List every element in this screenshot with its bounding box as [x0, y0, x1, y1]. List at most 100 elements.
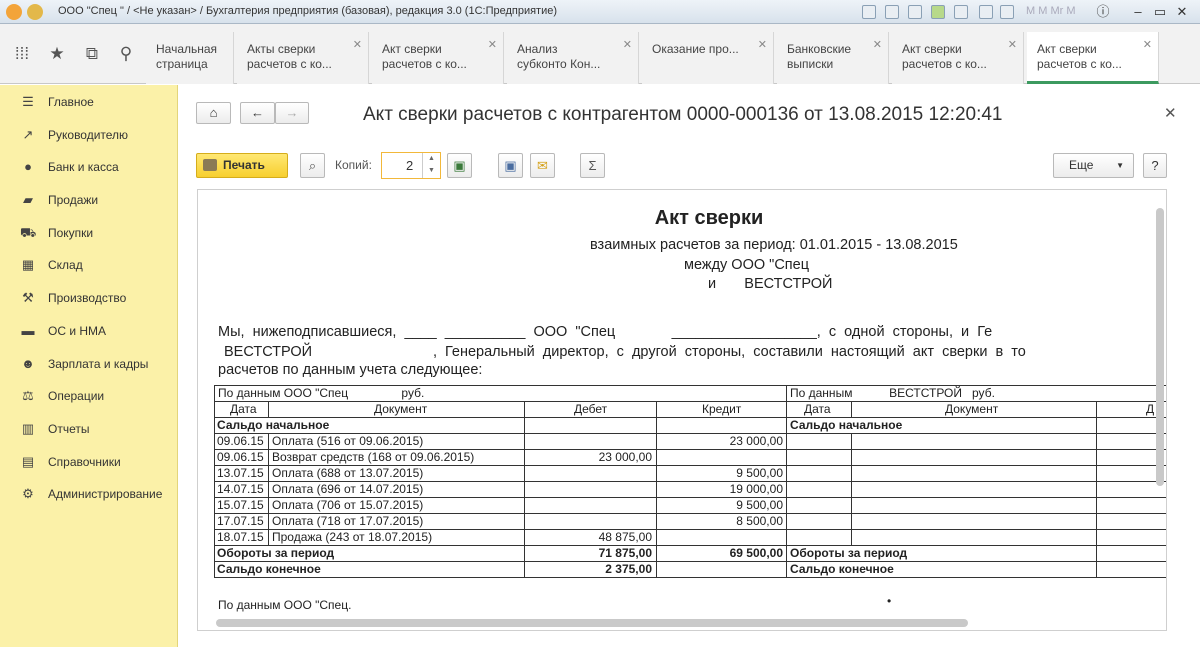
turnover-label-right: Обороты за период [790, 546, 908, 560]
opening-balance-label: Сальдо начальное [217, 418, 330, 432]
sidebar-item-manager[interactable]: ↗ Руководителю [0, 119, 177, 152]
close-tab-icon[interactable]: ✕ [623, 38, 632, 53]
sidebar-item-operations[interactable]: ⚖ Операции [0, 380, 177, 413]
sidebar: ☰ Главное ↗ Руководителю ● Банк и касса ▰ Пр… [0, 85, 178, 647]
report-parties: между ООО "Спец [684, 257, 810, 273]
sidebar-item-purchases[interactable]: ⛟ Покупки [0, 217, 177, 250]
calendar-icon[interactable] [1000, 5, 1014, 19]
sidebar-item-assets[interactable]: ▬ ОС и НМА [0, 315, 177, 348]
history-icon[interactable] [908, 5, 922, 19]
col-debit-right: Д [1146, 402, 1155, 416]
factory-icon: ⚒ [22, 290, 34, 306]
sidebar-item-warehouse[interactable]: ▦ Склад [0, 249, 177, 282]
user-name[interactable]: M M Mr M [1026, 5, 1075, 17]
opening-balance-label-right: Сальдо начальное [790, 418, 903, 432]
page-title: Акт сверки расчетов с контрагентом 0000-… [363, 104, 1003, 125]
menu-icon: ☰ [22, 94, 34, 109]
menu-dropdown-icon[interactable] [27, 4, 43, 20]
report-sheet[interactable]: Акт сверки взаимных расчетов за период: … [197, 189, 1167, 631]
close-tab-icon[interactable]: ✕ [758, 38, 767, 53]
app-logo-icon [6, 4, 22, 20]
report-counterparty: и ВЕСТСТРОЙ [708, 276, 833, 292]
printer-icon [203, 159, 217, 171]
printer-settings-button[interactable]: ▣ [447, 153, 472, 178]
tab-act-2[interactable]: Акт сверки расчетов с ко... ✕ [892, 32, 1024, 84]
report-title: Акт сверки [654, 207, 764, 229]
apps-grid-icon[interactable]: ⁞⁞⁞ [10, 42, 34, 66]
grid-icon: ▦ [21, 257, 35, 273]
magnifier-icon: ⌕ [308, 158, 317, 173]
settings-icon: ▣ [453, 158, 466, 173]
left-table-header: По данным ООО "Спец руб. [218, 386, 425, 400]
close-window-button[interactable]: ✕ [1172, 3, 1192, 21]
email-button[interactable]: ✉ [530, 153, 555, 178]
sidebar-item-production[interactable]: ⚒ Производство [0, 282, 177, 315]
close-tab-icon[interactable]: ✕ [1143, 38, 1152, 53]
tab-act-current[interactable]: Акт сверки расчетов с ко... ✕ [1027, 32, 1159, 84]
people-icon: ☻ [21, 355, 35, 371]
tab-bank-statements[interactable]: Банковские выписки ✕ [777, 32, 889, 84]
report-paragraph-3: расчетов по данным учета следующее: [218, 362, 483, 378]
info-icon[interactable]: ⓘ [1093, 3, 1113, 21]
window-titlebar: ООО "Спец " / <Не указан> / Бухгалтерия … [0, 0, 1200, 24]
envelope-icon: ✉ [537, 158, 548, 173]
minimize-button[interactable]: – [1128, 3, 1148, 21]
sidebar-item-admin[interactable]: ⚙ Администрирование [0, 478, 177, 511]
star-icon[interactable]: ★ [45, 42, 69, 66]
more-button[interactable]: Еще ▼ [1053, 153, 1134, 178]
report-paragraph-2: ВЕСТСТРОЙ , Генеральный директор, с друг… [224, 344, 1026, 360]
main-content: ⌂ ← → Акт сверки расчетов с контрагентом… [179, 85, 1200, 647]
footer-dot: • [887, 594, 892, 608]
print-icon[interactable] [885, 5, 899, 19]
search-icon[interactable]: ⚲ [114, 42, 138, 66]
vertical-scrollbar[interactable] [1156, 208, 1164, 486]
report-paragraph-1: Мы, нижеподписавшиеся, ____ __________ О… [218, 324, 993, 340]
chart-icon: ↗ [22, 126, 34, 142]
tab-services[interactable]: Оказание про... ✕ [642, 32, 774, 84]
cart-icon: ⛟ [20, 224, 37, 240]
save-button[interactable]: ▣ [498, 153, 523, 178]
close-form-button[interactable]: ✕ [1164, 104, 1177, 122]
scales-icon: ⚖ [22, 388, 34, 404]
window-title: ООО "Спец " / <Не указан> / Бухгалтерия … [58, 5, 558, 17]
tab-act-1[interactable]: Акт сверки расчетов с ко... ✕ [372, 32, 504, 84]
preview-button[interactable]: ⌕ [300, 153, 325, 178]
maximize-button[interactable]: ▭ [1150, 3, 1170, 21]
copies-field[interactable]: 2 ▲ ▼ [381, 152, 441, 179]
save-icon[interactable] [862, 5, 876, 19]
home-button[interactable]: ⌂ [196, 102, 231, 124]
copies-stepper[interactable]: ▲ ▼ [422, 153, 440, 178]
close-tab-icon[interactable]: ✕ [353, 38, 362, 53]
calculator-icon[interactable] [979, 5, 993, 19]
back-button[interactable]: ← [240, 102, 275, 124]
col-credit: Кредит [702, 402, 742, 416]
close-tab-icon[interactable]: ✕ [873, 38, 882, 53]
floppy-icon: ▣ [504, 158, 517, 173]
tab-subconto-analysis[interactable]: Анализ субконто Кон... ✕ [507, 32, 639, 84]
section-bar: ⁞⁞⁞ ★ ⧉ ⚲ Начальная страница Акты сверки… [0, 24, 1200, 84]
book-icon: ▤ [21, 453, 35, 469]
tab-home[interactable]: Начальная страница [146, 32, 234, 84]
col-date-right: Дата [804, 402, 831, 416]
forward-button[interactable]: → [275, 102, 309, 124]
sidebar-item-bank[interactable]: ● Банк и касса [0, 151, 177, 184]
help-button[interactable]: ? [1143, 153, 1167, 178]
link-icon[interactable] [954, 5, 968, 19]
sidebar-item-main[interactable]: ☰ Главное [0, 86, 177, 119]
print-button[interactable]: Печать [196, 153, 288, 178]
reconciliation-table: По данным ООО "Спец руб. По данным ВЕСТС… [214, 385, 1166, 585]
turnover-debit: 71 875,00 [598, 546, 652, 560]
gear-icon: ⚙ [22, 486, 34, 502]
tab-acts-list[interactable]: Акты сверки расчетов с ко... ✕ [237, 32, 369, 84]
sum-button[interactable]: Σ [580, 153, 605, 178]
horizontal-scrollbar[interactable] [216, 619, 968, 627]
history-icon[interactable]: ⧉ [80, 42, 104, 66]
close-tab-icon[interactable]: ✕ [488, 38, 497, 53]
sidebar-item-sales[interactable]: ▰ Продажи [0, 184, 177, 217]
col-debit: Дебет [574, 402, 608, 416]
sidebar-item-reports[interactable]: ▥ Отчеты [0, 413, 177, 446]
favorites-icon[interactable] [931, 5, 945, 19]
sidebar-item-catalogs[interactable]: ▤ Справочники [0, 446, 177, 479]
close-tab-icon[interactable]: ✕ [1008, 38, 1017, 53]
sidebar-item-salary[interactable]: ☻ Зарплата и кадры [0, 348, 177, 381]
